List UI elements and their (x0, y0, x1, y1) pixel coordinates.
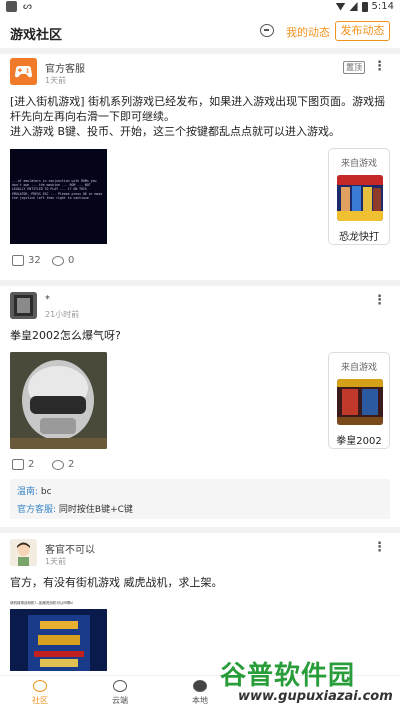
status-time: 5:14 (371, 1, 394, 12)
post-content: 拳皇2002怎么爆气呀? (10, 329, 121, 342)
notification-icon (6, 1, 17, 12)
image-caption: 请机械场战戏机?--如威虎战机可以吗啊d (10, 601, 73, 605)
author-name[interactable]: * (45, 294, 50, 305)
nav-label: 云端 (112, 696, 128, 705)
post-time: 21小时前 (45, 310, 80, 319)
reply-item[interactable]: 官方客服: 同时按住B键+C键 (17, 502, 133, 515)
post-image[interactable]: 请机械场战戏机?--如威虎战机可以吗啊d (10, 601, 107, 671)
comment-count: 0 (68, 255, 75, 266)
wifi-icon (335, 2, 346, 11)
post-card[interactable]: 官方客服 1天前 置顶 ⋮ [进入街机游戏] 街机系列游戏已经发布，如果进入游戏… (0, 54, 400, 280)
game-name: 恐龙快打 (339, 232, 379, 243)
more-options-icon[interactable]: ⋮ (373, 540, 386, 555)
post-image[interactable]: ...of emulators in conjunction with ROMs… (10, 149, 107, 244)
from-game-label: 来自游戏 (340, 363, 377, 373)
nav-cloud[interactable]: 云端 (100, 680, 140, 706)
watermark-logo: 谷普软件园 (220, 661, 356, 691)
game-name: 拳皇2002 (336, 436, 382, 447)
comment-count: 2 (68, 459, 75, 470)
like-count: 32 (28, 255, 41, 266)
post-card[interactable]: * 21小时前 ⋮ 拳皇2002怎么爆气呀? 来自游戏 拳皇2002 2 2 温… (0, 286, 400, 524)
reply-author[interactable]: 官方客服: (17, 505, 56, 515)
battery-icon (361, 1, 368, 12)
status-bar: ᔕ 5:14 (0, 0, 400, 14)
post-activity-button[interactable]: 发布动态 (335, 21, 390, 41)
signal-icon (349, 2, 358, 11)
reply-text: 同时按住B键+C键 (56, 505, 133, 515)
thumbs-up-icon (12, 459, 24, 470)
arcade-screenshot (10, 609, 107, 671)
cloud-icon (113, 680, 127, 692)
emulator-warning-text: ...of emulators in conjunction with ROMs… (12, 179, 103, 200)
like-count: 2 (28, 459, 35, 470)
game-thumbnail (337, 379, 383, 425)
nav-community[interactable]: 社区 (20, 680, 60, 706)
gamepad-icon (10, 58, 37, 85)
post-image[interactable] (10, 352, 107, 449)
avatar[interactable] (10, 292, 37, 319)
watermark-url: www.gupuxiazai.com (238, 689, 393, 704)
game-thumbnail (337, 175, 383, 221)
pinned-badge: 置顶 (343, 61, 365, 74)
post-content: [进入街机游戏] 街机系列游戏已经发布，如果进入游戏出现下图页面。游戏摇杆先向左… (10, 95, 386, 138)
post-time: 1天前 (45, 76, 67, 85)
watermark: 谷普软件园 www.gupuxiazai.com (220, 655, 400, 712)
post-card[interactable]: 客官不可以 1天前 ⋮ 官方，有没有街机游戏 威虎战机，求上架。 请机械场战戏机… (0, 533, 400, 675)
post-content: 官方，有没有街机游戏 威虎战机，求上架。 (10, 576, 223, 589)
thumbs-up-icon (12, 255, 24, 266)
from-game-label: 来自游戏 (340, 159, 377, 169)
comment-icon (52, 459, 64, 470)
nav-label: 本地 (192, 696, 208, 705)
comment-icon (52, 255, 64, 266)
author-name[interactable]: 客官不可以 (45, 541, 95, 556)
nav-label: 社区 (32, 696, 48, 705)
reply-author[interactable]: 温南: (17, 487, 38, 497)
message-icon[interactable] (260, 24, 274, 37)
author-name[interactable]: 官方客服 (45, 60, 85, 75)
usb-icon: ᔕ (23, 1, 32, 12)
helmet-image (10, 352, 107, 449)
avatar[interactable] (10, 58, 37, 85)
reply-text: bc (38, 487, 52, 497)
reply-item[interactable]: 温南: bc (17, 484, 52, 497)
comment-button[interactable]: 0 (52, 255, 74, 266)
post-time: 1天前 (45, 557, 67, 566)
community-icon (33, 680, 47, 692)
more-options-icon[interactable]: ⋮ (373, 59, 386, 74)
local-icon (193, 680, 207, 692)
comment-button[interactable]: 2 (52, 459, 74, 470)
page-title: 游戏社区 (10, 28, 63, 43)
like-button[interactable]: 32 (12, 255, 41, 266)
reply-list[interactable]: 温南: bc 官方客服: 同时按住B键+C键 (10, 479, 390, 519)
avatar[interactable] (10, 539, 37, 566)
like-button[interactable]: 2 (12, 459, 34, 470)
my-activity-link[interactable]: 我的动态 (286, 24, 330, 40)
more-options-icon[interactable]: ⋮ (373, 293, 386, 308)
nav-local[interactable]: 本地 (180, 680, 220, 706)
game-card[interactable]: 来自游戏 拳皇2002 (328, 352, 390, 449)
game-card[interactable]: 来自游戏 恐龙快打 (328, 148, 390, 245)
app-header: 游戏社区 我的动态 发布动态 (0, 18, 400, 48)
